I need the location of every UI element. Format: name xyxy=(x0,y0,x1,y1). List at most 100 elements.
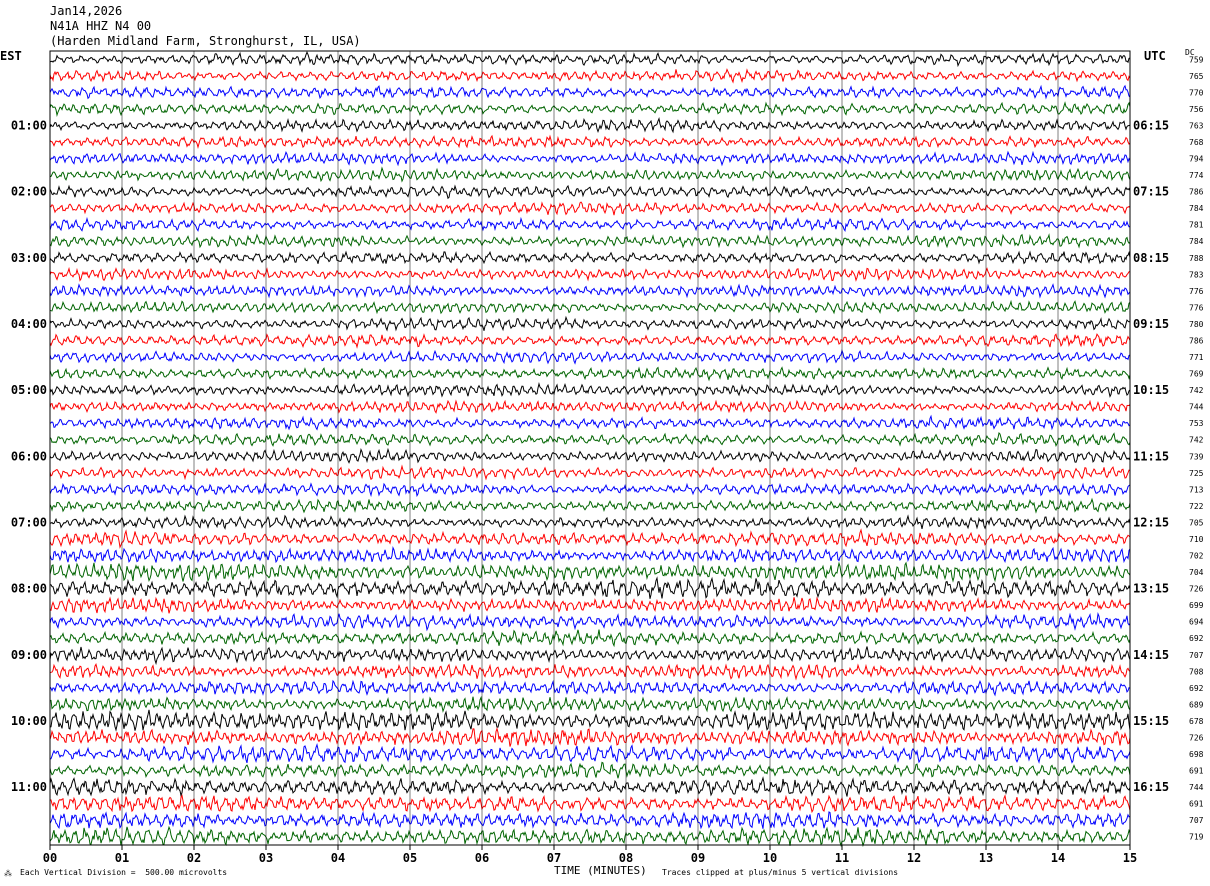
right-hour-label-7: 13:15 xyxy=(1133,582,1169,596)
left-hour-label-0: 01:00 xyxy=(11,118,47,132)
dc-offset-37: 708 xyxy=(1189,667,1204,676)
trace-18 xyxy=(49,349,1131,365)
x-tick-label-0: 00 xyxy=(43,851,57,865)
trace-40 xyxy=(49,709,1131,732)
trace-25 xyxy=(49,464,1131,481)
x-tick-label-12: 12 xyxy=(907,851,921,865)
helicorder-plot: 00 01 02 03 04 05 06 07 08 09 10 11 12 13 14 15 01:00 02:… xyxy=(11,50,1204,865)
x-tick-label-4: 04 xyxy=(331,851,345,865)
trace-13 xyxy=(49,266,1131,282)
x-tick-label-11: 11 xyxy=(835,851,849,865)
dc-offset-46: 707 xyxy=(1189,816,1204,825)
trace-6 xyxy=(49,150,1131,167)
trace-23 xyxy=(49,431,1131,447)
left-hour-label-6: 07:00 xyxy=(11,515,47,529)
x-tick-label-13: 13 xyxy=(979,851,993,865)
right-hour-label-2: 08:15 xyxy=(1133,251,1169,265)
trace-31 xyxy=(49,561,1131,583)
dc-offset-21: 744 xyxy=(1189,403,1204,412)
x-tick-label-5: 05 xyxy=(403,851,417,865)
dc-offset-9: 784 xyxy=(1189,204,1204,213)
x-tick-label-14: 14 xyxy=(1051,851,1065,865)
dc-offset-35: 692 xyxy=(1189,634,1204,643)
trace-42 xyxy=(49,743,1131,764)
trace-15 xyxy=(49,299,1131,315)
dc-offset-27: 722 xyxy=(1189,502,1204,511)
dc-offset-36: 707 xyxy=(1189,651,1204,660)
trace-38 xyxy=(49,679,1131,697)
trace-4 xyxy=(49,117,1131,134)
trace-8 xyxy=(49,184,1131,200)
dc-offset-38: 692 xyxy=(1189,684,1204,693)
trace-10 xyxy=(49,216,1131,232)
trace-20 xyxy=(49,382,1131,398)
trace-41 xyxy=(49,726,1131,747)
left-hour-label-1: 02:00 xyxy=(11,185,47,199)
dc-offset-26: 713 xyxy=(1189,485,1204,494)
right-hour-label-4: 10:15 xyxy=(1133,383,1169,397)
dc-offset-12: 788 xyxy=(1189,254,1204,263)
right-hour-label-1: 07:15 xyxy=(1133,185,1169,199)
trace-2 xyxy=(49,84,1131,100)
trace-24 xyxy=(49,447,1131,464)
dc-offset-18: 771 xyxy=(1189,353,1204,362)
dc-offset-14: 776 xyxy=(1189,287,1204,296)
dc-offset-5: 768 xyxy=(1189,138,1204,147)
dc-offset-0: 759 xyxy=(1189,55,1204,64)
trace-21 xyxy=(49,399,1131,414)
trace-37 xyxy=(49,662,1131,681)
dc-offset-11: 784 xyxy=(1189,237,1204,246)
trace-0 xyxy=(49,51,1131,68)
dc-offset-7: 774 xyxy=(1189,171,1204,180)
trace-39 xyxy=(49,695,1131,713)
dc-offset-43: 691 xyxy=(1189,767,1204,776)
left-hour-label-4: 05:00 xyxy=(11,383,47,397)
left-hour-label-2: 03:00 xyxy=(11,251,47,265)
dc-offset-42: 698 xyxy=(1189,750,1204,759)
dc-offset-15: 776 xyxy=(1189,303,1204,312)
trace-26 xyxy=(49,482,1131,498)
right-hour-label-8: 14:15 xyxy=(1133,648,1169,662)
dc-offset-34: 694 xyxy=(1189,618,1204,627)
trace-12 xyxy=(49,250,1131,265)
trace-7 xyxy=(49,166,1131,183)
dc-offset-2: 770 xyxy=(1189,88,1204,97)
trace-33 xyxy=(49,596,1131,614)
left-hour-label-3: 04:00 xyxy=(11,317,47,331)
x-tick-label-3: 03 xyxy=(259,851,273,865)
trace-43 xyxy=(49,761,1131,780)
right-hour-label-3: 09:15 xyxy=(1133,317,1169,331)
dc-offset-28: 705 xyxy=(1189,518,1204,527)
clip-note: Traces clipped at plus/minus 5 vertical … xyxy=(662,868,899,877)
trace-28 xyxy=(49,514,1131,531)
left-hour-label-9: 10:00 xyxy=(11,714,47,728)
dc-offset-3: 756 xyxy=(1189,105,1204,114)
scale-note: Each Vertical Division = 500.00 microvol… xyxy=(20,868,228,877)
dc-offset-39: 689 xyxy=(1189,700,1204,709)
dc-offset-4: 763 xyxy=(1189,121,1204,130)
logo-mark: ⁂ xyxy=(4,869,12,878)
x-tick-label-10: 10 xyxy=(763,851,777,865)
left-hour-label-7: 08:00 xyxy=(11,582,47,596)
trace-34 xyxy=(49,612,1131,632)
dc-offset-30: 702 xyxy=(1189,552,1204,561)
dc-offset-25: 725 xyxy=(1189,469,1204,478)
trace-46 xyxy=(49,810,1131,830)
right-hour-label-9: 15:15 xyxy=(1133,714,1169,728)
trace-47 xyxy=(49,825,1131,848)
dc-offset-19: 769 xyxy=(1189,370,1204,379)
x-tick-label-1: 01 xyxy=(115,851,129,865)
dc-offset-41: 726 xyxy=(1189,733,1204,742)
dc-offset-6: 794 xyxy=(1189,155,1204,164)
trace-35 xyxy=(49,629,1131,648)
dc-offset-20: 742 xyxy=(1189,386,1204,395)
trace-27 xyxy=(49,497,1131,514)
x-tick-label-15: 15 xyxy=(1123,851,1137,865)
x-tick-label-6: 06 xyxy=(475,851,489,865)
left-hour-label-8: 09:00 xyxy=(11,648,47,662)
trace-16 xyxy=(49,315,1131,332)
right-hour-label-5: 11:15 xyxy=(1133,449,1169,463)
dc-offset-24: 739 xyxy=(1189,452,1204,461)
dc-offset-10: 781 xyxy=(1189,221,1204,230)
x-axis-title: TIME (MINUTES) xyxy=(554,864,647,877)
